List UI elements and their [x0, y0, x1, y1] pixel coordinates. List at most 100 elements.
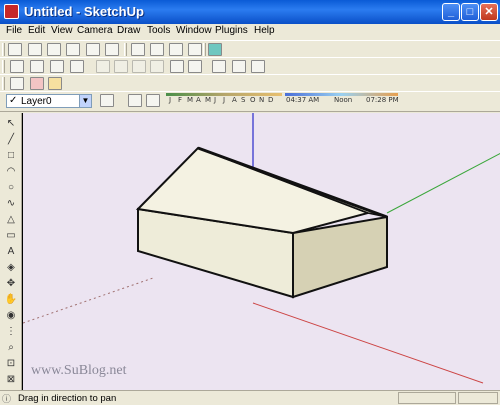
- month-label: D: [268, 96, 274, 104]
- orbit-tool-icon[interactable]: ✥: [4, 277, 18, 290]
- walk-tool-icon[interactable]: ⋮: [4, 325, 18, 338]
- right-view-icon[interactable]: [66, 43, 80, 56]
- month-label: F: [178, 96, 183, 104]
- circle-tool-icon[interactable]: ○: [4, 181, 18, 194]
- sections-toolbar: [0, 74, 500, 92]
- model-canvas: [23, 113, 500, 384]
- hidden-line-style-icon[interactable]: [169, 43, 183, 56]
- month-label: A: [196, 96, 201, 104]
- menu-view[interactable]: View: [51, 25, 73, 36]
- display-shadows-icon[interactable]: [146, 94, 160, 107]
- display-section-plane-icon[interactable]: [30, 77, 44, 90]
- textured-style-icon[interactable]: [208, 43, 222, 56]
- zoom-window-icon[interactable]: ⊡: [4, 357, 18, 370]
- status-info-icon: ⓘ: [2, 394, 12, 404]
- left-view-icon[interactable]: [105, 43, 119, 56]
- sketchup-logo-icon: [4, 4, 19, 19]
- iso-view-icon[interactable]: [8, 43, 22, 56]
- open-folder-icon[interactable]: [30, 60, 44, 73]
- back-view-icon[interactable]: [86, 43, 100, 56]
- measurements-label-field: [398, 392, 456, 404]
- toolbar-grip[interactable]: [124, 43, 127, 56]
- xray-style-icon[interactable]: [131, 43, 145, 56]
- menu-help[interactable]: Help: [254, 25, 275, 36]
- save-icon[interactable]: [50, 60, 64, 73]
- section-plane-icon[interactable]: [10, 77, 24, 90]
- pan-tool-icon[interactable]: ✋: [4, 293, 18, 306]
- month-label: A: [232, 96, 237, 104]
- tool-palette: ↖ ╱ □ ◠ ○ ∿ △ ▭ A ◈ ✥ ✋ ◉ ⋮ ⌕ ⊡ ⊠: [0, 113, 22, 390]
- close-button[interactable]: ✕: [480, 3, 498, 21]
- month-label: M: [205, 96, 212, 104]
- month-label: M: [187, 96, 194, 104]
- drawing-viewport[interactable]: www.SuBlog.net: [22, 113, 500, 390]
- layer-manager-icon[interactable]: [100, 94, 114, 107]
- arc-tool-icon[interactable]: ◠: [4, 165, 18, 178]
- measurements-value-field[interactable]: [458, 392, 498, 404]
- active-layer-check-icon: ✓: [9, 95, 18, 106]
- menu-tools[interactable]: Tools: [147, 25, 170, 36]
- status-bar: ⓘ Drag in direction to pan: [0, 390, 500, 405]
- paste-icon[interactable]: [132, 60, 146, 73]
- red-axis-dashed: [23, 277, 154, 324]
- window-title: Untitled - SketchUp: [24, 4, 144, 19]
- minimize-button[interactable]: _: [442, 3, 460, 21]
- menu-bar: File Edit View Camera Draw Tools Window …: [0, 24, 500, 40]
- cut-icon[interactable]: [96, 60, 110, 73]
- undo-icon[interactable]: [170, 60, 184, 73]
- menu-window[interactable]: Window: [176, 25, 212, 36]
- look-around-icon[interactable]: ◉: [4, 309, 18, 322]
- maximize-button[interactable]: □: [461, 3, 479, 21]
- toolbar-grip[interactable]: [203, 43, 206, 56]
- toolbar-grip[interactable]: [2, 43, 5, 56]
- new-file-icon[interactable]: [10, 60, 24, 73]
- select-tool-icon[interactable]: ↖: [4, 117, 18, 130]
- zoom-extents-icon[interactable]: ⊠: [4, 373, 18, 386]
- redo-icon[interactable]: [188, 60, 202, 73]
- line-tool-icon[interactable]: ╱: [4, 133, 18, 146]
- zoom-tool-icon[interactable]: ⌕: [4, 341, 18, 354]
- display-section-cut-icon[interactable]: [48, 77, 62, 90]
- month-label: N: [259, 96, 265, 104]
- month-label: J: [214, 96, 217, 104]
- print-icon[interactable]: [212, 60, 226, 73]
- wireframe-style-icon[interactable]: [150, 43, 164, 56]
- toolbar-grip[interactable]: [2, 77, 5, 90]
- layer-select[interactable]: ✓ Layer0 ▼: [6, 94, 92, 108]
- month-label: O: [250, 96, 256, 104]
- month-label: S: [241, 96, 246, 104]
- freehand-tool-icon[interactable]: ∿: [4, 197, 18, 210]
- red-axis: [252, 302, 484, 384]
- copy-icon[interactable]: [114, 60, 128, 73]
- erase-icon[interactable]: [150, 60, 164, 73]
- status-message: Drag in direction to pan: [18, 393, 117, 404]
- shadow-settings-icon[interactable]: [128, 94, 142, 107]
- rectangle-tool-icon[interactable]: □: [4, 149, 18, 162]
- menu-plugins[interactable]: Plugins: [215, 25, 248, 36]
- green-axis: [386, 152, 500, 214]
- menu-camera[interactable]: Camera: [77, 25, 113, 36]
- make-component-icon[interactable]: [70, 60, 84, 73]
- toolbar-grip[interactable]: [2, 60, 5, 73]
- polygon-tool-icon[interactable]: △: [4, 213, 18, 226]
- menu-draw[interactable]: Draw: [117, 25, 140, 36]
- chevron-down-icon[interactable]: ▼: [79, 95, 91, 107]
- month-label: J: [169, 96, 172, 104]
- standard-toolbar: [0, 57, 500, 75]
- front-view-icon[interactable]: [47, 43, 61, 56]
- title-bar: Untitled - SketchUp _ □ ✕: [0, 0, 500, 24]
- model-info-icon[interactable]: [232, 60, 246, 73]
- offset-tool-icon[interactable]: ▭: [4, 229, 18, 242]
- month-label: J: [223, 96, 226, 104]
- help-pointer-icon[interactable]: [251, 60, 265, 73]
- text-tool-icon[interactable]: A: [4, 245, 18, 258]
- time-noon-label: Noon: [334, 96, 353, 104]
- menu-file[interactable]: File: [6, 25, 22, 36]
- shaded-style-icon[interactable]: [188, 43, 202, 56]
- layer-name: Layer0: [21, 96, 52, 107]
- paint-bucket-icon[interactable]: ◈: [4, 261, 18, 274]
- watermark-text: www.SuBlog.net: [31, 363, 127, 378]
- top-view-icon[interactable]: [28, 43, 42, 56]
- time-start-label: 04:37 AM: [286, 96, 320, 104]
- menu-edit[interactable]: Edit: [28, 25, 45, 36]
